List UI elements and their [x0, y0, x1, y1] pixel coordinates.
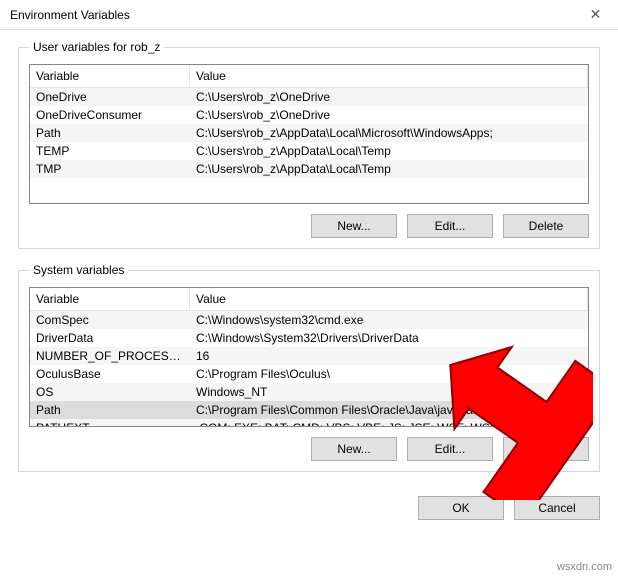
titlebar: Environment Variables ✕ — [0, 0, 618, 30]
system-variables-list[interactable]: Variable Value ComSpecC:\Windows\system3… — [29, 287, 589, 427]
row-variable-name: NUMBER_OF_PROCESSORS — [30, 347, 190, 365]
user-delete-button[interactable]: Delete — [503, 214, 589, 238]
table-row[interactable]: DriverDataC:\Windows\System32\Drivers\Dr… — [30, 329, 588, 347]
table-row[interactable]: PATHEXT.COM;.EXE;.BAT;.CMD;.VBS;.VBE;.JS… — [30, 419, 588, 427]
row-variable-value: C:\Users\rob_z\AppData\Local\Temp — [190, 160, 588, 178]
user-edit-button[interactable]: Edit... — [407, 214, 493, 238]
row-variable-name: OculusBase — [30, 365, 190, 383]
user-buttons-row: New... Edit... Delete — [29, 214, 589, 238]
row-variable-value: .COM;.EXE;.BAT;.CMD;.VBS;.VBE;.JS;.JSE;.… — [190, 419, 588, 427]
table-row[interactable]: NUMBER_OF_PROCESSORS16 — [30, 347, 588, 365]
table-row[interactable]: TMPC:\Users\rob_z\AppData\Local\Temp — [30, 160, 588, 178]
row-variable-value: C:\Program Files\Oculus\ — [190, 365, 588, 383]
row-variable-value: C:\Users\rob_z\OneDrive — [190, 106, 588, 124]
user-variables-group: User variables for rob_z Variable Value … — [18, 40, 600, 249]
user-new-button[interactable]: New... — [311, 214, 397, 238]
row-variable-name: TEMP — [30, 142, 190, 160]
column-variable[interactable]: Variable — [30, 288, 190, 310]
system-delete-button[interactable]: Delete — [503, 437, 589, 461]
row-variable-value: 16 — [190, 347, 588, 365]
window-title: Environment Variables — [10, 8, 130, 22]
table-row[interactable]: OSWindows_NT — [30, 383, 588, 401]
row-variable-name: ComSpec — [30, 311, 190, 329]
dialog-footer: OK Cancel — [0, 486, 618, 534]
row-variable-name: TMP — [30, 160, 190, 178]
system-edit-button[interactable]: Edit... — [407, 437, 493, 461]
table-row[interactable]: ComSpecC:\Windows\system32\cmd.exe — [30, 311, 588, 329]
user-variables-legend: User variables for rob_z — [29, 40, 164, 54]
user-variables-list[interactable]: Variable Value OneDriveC:\Users\rob_z\On… — [29, 64, 589, 204]
close-icon[interactable]: ✕ — [573, 0, 618, 30]
cancel-button[interactable]: Cancel — [514, 496, 600, 520]
table-row[interactable]: TEMPC:\Users\rob_z\AppData\Local\Temp — [30, 142, 588, 160]
row-variable-name: OneDriveConsumer — [30, 106, 190, 124]
system-list-header: Variable Value — [30, 288, 588, 311]
column-value[interactable]: Value — [190, 288, 588, 310]
row-variable-value: C:\Program Files\Common Files\Oracle\Jav… — [190, 401, 588, 419]
row-variable-value: C:\Windows\system32\cmd.exe — [190, 311, 588, 329]
row-variable-name: Path — [30, 401, 190, 419]
column-value[interactable]: Value — [190, 65, 588, 87]
row-variable-value: C:\Users\rob_z\AppData\Local\Microsoft\W… — [190, 124, 588, 142]
system-variables-legend: System variables — [29, 263, 128, 277]
system-new-button[interactable]: New... — [311, 437, 397, 461]
row-variable-name: DriverData — [30, 329, 190, 347]
system-variables-group: System variables Variable Value ComSpecC… — [18, 263, 600, 472]
system-buttons-row: New... Edit... Delete — [29, 437, 589, 461]
ok-button[interactable]: OK — [418, 496, 504, 520]
row-variable-name: PATHEXT — [30, 419, 190, 427]
row-variable-value: C:\Users\rob_z\OneDrive — [190, 88, 588, 106]
dialog-body: User variables for rob_z Variable Value … — [0, 30, 618, 472]
row-variable-name: OS — [30, 383, 190, 401]
row-variable-value: C:\Users\rob_z\AppData\Local\Temp — [190, 142, 588, 160]
row-variable-value: Windows_NT — [190, 383, 588, 401]
user-list-header: Variable Value — [30, 65, 588, 88]
table-row[interactable]: OneDriveConsumerC:\Users\rob_z\OneDrive — [30, 106, 588, 124]
watermark-text: wsxdn.com — [557, 561, 612, 573]
table-row[interactable]: OculusBaseC:\Program Files\Oculus\ — [30, 365, 588, 383]
row-variable-value: C:\Windows\System32\Drivers\DriverData — [190, 329, 588, 347]
table-row[interactable]: PathC:\Users\rob_z\AppData\Local\Microso… — [30, 124, 588, 142]
table-row[interactable]: PathC:\Program Files\Common Files\Oracle… — [30, 401, 588, 419]
row-variable-name: Path — [30, 124, 190, 142]
column-variable[interactable]: Variable — [30, 65, 190, 87]
table-row[interactable]: OneDriveC:\Users\rob_z\OneDrive — [30, 88, 588, 106]
row-variable-name: OneDrive — [30, 88, 190, 106]
